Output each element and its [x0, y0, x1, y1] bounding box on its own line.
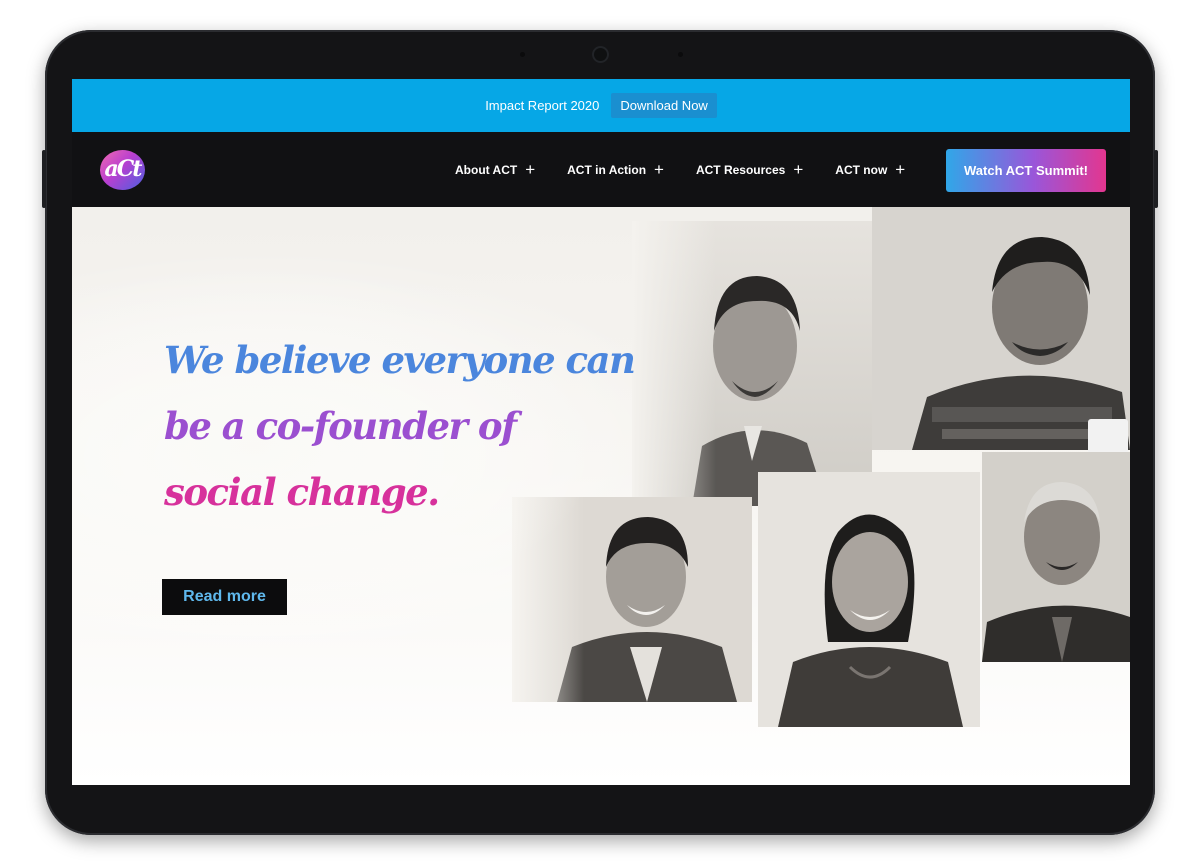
portrait-photo-1	[632, 221, 872, 506]
download-now-button[interactable]: Download Now	[611, 93, 717, 118]
tablet-side-button	[1154, 150, 1158, 208]
plus-icon: +	[895, 160, 906, 179]
nav-item-label: ACT Resources	[695, 162, 786, 177]
headline-line-3: social change.	[164, 470, 440, 514]
headline-line-2: be a co-founder of	[164, 404, 517, 448]
screen: Impact Report 2020 Download Now aCt Abou…	[72, 79, 1130, 785]
tablet-side-button	[42, 150, 46, 208]
announcement-banner: Impact Report 2020 Download Now	[72, 79, 1130, 132]
nav-item-label: ACT in Action	[567, 162, 647, 177]
hero-section: We believe everyone can be a co-founder …	[72, 207, 1130, 785]
plus-icon: +	[525, 160, 536, 179]
nav-item-label: About ACT	[455, 162, 518, 177]
nav-item-label: ACT now	[835, 162, 888, 177]
act-logo[interactable]: aCt	[100, 150, 145, 190]
read-more-button[interactable]: Read more	[162, 579, 287, 615]
laptop-device	[1088, 419, 1128, 455]
plus-icon: +	[793, 160, 804, 179]
nav-item-act-resources[interactable]: ACT Resources +	[696, 161, 803, 178]
watch-act-summit-button[interactable]: Watch ACT Summit!	[946, 149, 1106, 192]
main-navigation: aCt About ACT + ACT in Action + ACT Reso…	[72, 132, 1130, 207]
nav-menu: About ACT + ACT in Action + ACT Resource…	[455, 132, 937, 207]
portrait-photo-5	[982, 452, 1130, 662]
hero-headline: We believe everyone can be a co-founder …	[164, 327, 636, 525]
nav-item-act-now[interactable]: ACT now +	[835, 161, 905, 178]
headline-line-1: We believe everyone can	[164, 338, 636, 382]
portrait-photo-2	[872, 207, 1130, 450]
portrait-photo-4	[758, 472, 980, 727]
plus-icon: +	[654, 160, 664, 179]
banner-text: Impact Report 2020	[485, 98, 600, 113]
nav-item-about-act[interactable]: About ACT +	[455, 161, 535, 178]
nav-item-act-in-action[interactable]: ACT in Action +	[567, 161, 664, 178]
sensor-dot	[678, 52, 683, 57]
sensor-dot	[520, 52, 525, 57]
logo-text: aCt	[104, 155, 143, 182]
camera-icon	[592, 46, 609, 63]
